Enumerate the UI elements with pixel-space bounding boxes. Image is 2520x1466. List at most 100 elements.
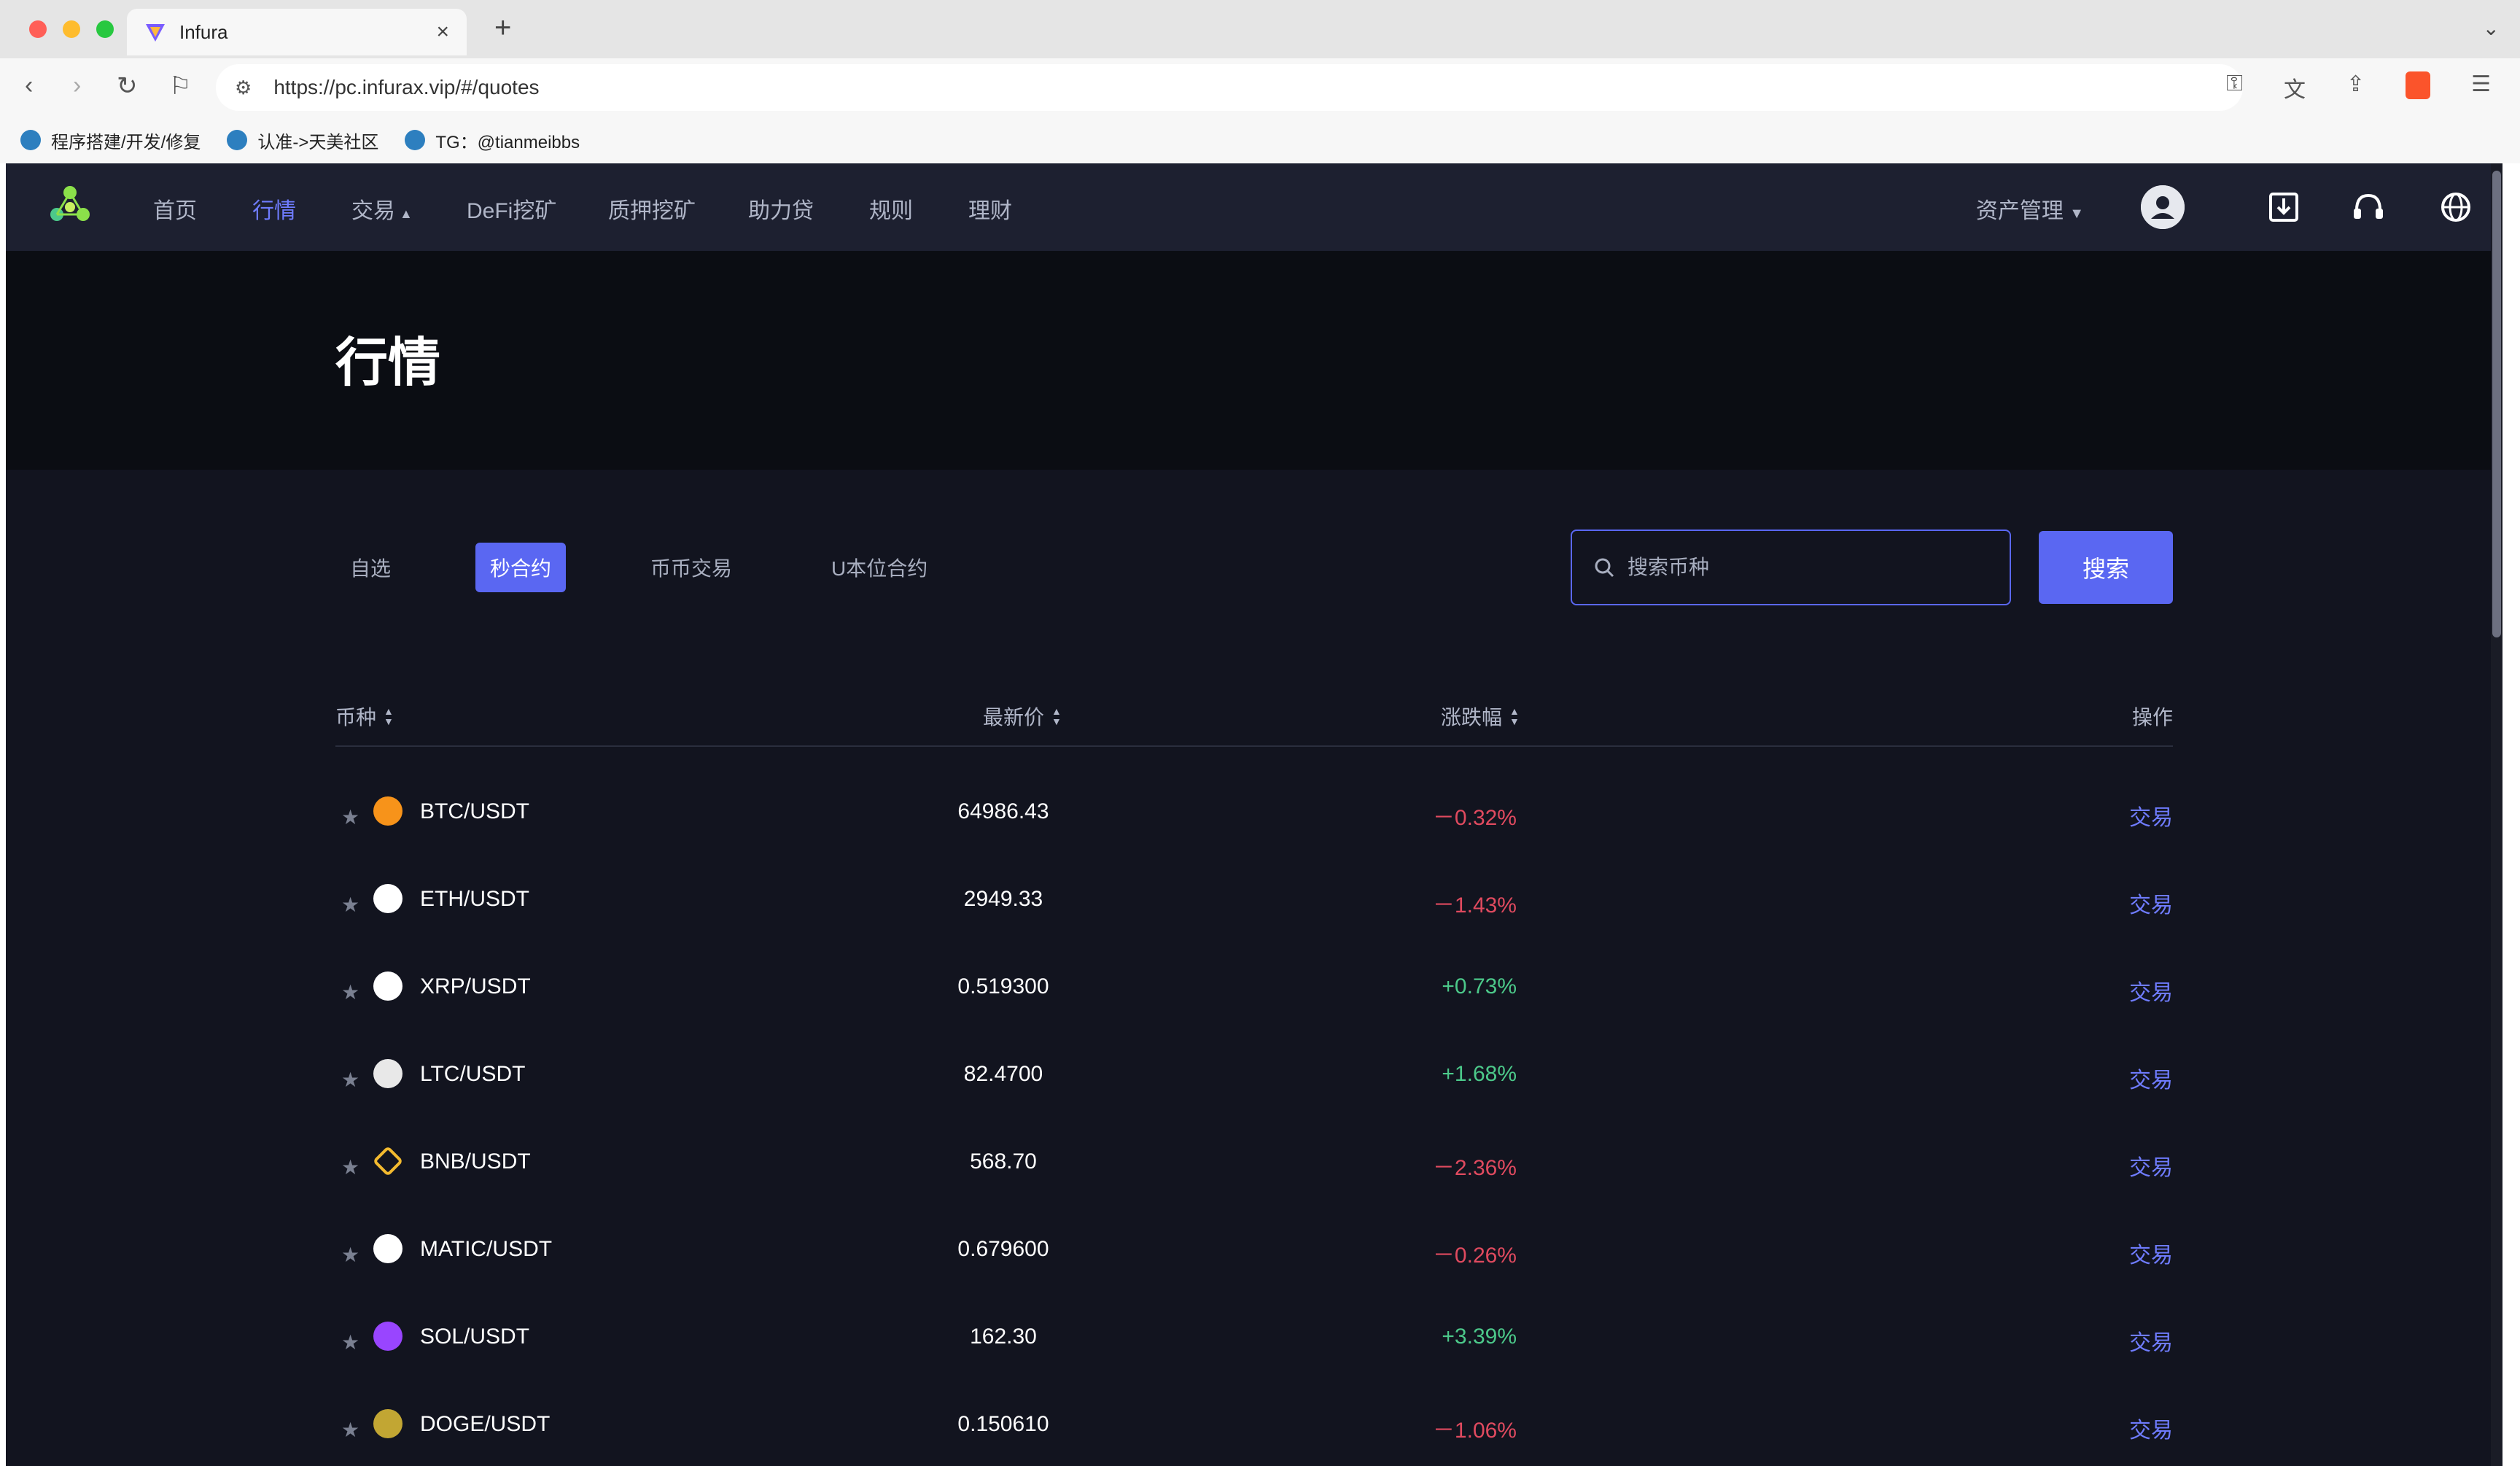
tab-favorites[interactable]: 自选	[335, 543, 405, 592]
asset-menu[interactable]: 资产管理 ▼	[1976, 193, 2084, 225]
last-price: 568.70	[970, 1149, 1037, 1174]
column-header-action: 操作	[2131, 706, 2173, 729]
trade-link[interactable]: 交易	[2129, 887, 2173, 919]
nav-defi[interactable]: DeFi挖矿	[467, 193, 556, 225]
nav-home[interactable]: 首页	[153, 193, 197, 225]
pair-name: SOL/USDT	[420, 1325, 530, 1349]
nav-quotes[interactable]: 行情	[252, 193, 296, 225]
scrollbar-thumb[interactable]	[2492, 171, 2501, 637]
last-price: 0.150610	[957, 1412, 1049, 1436]
sol-icon	[373, 1322, 402, 1351]
price-change: +0.73%	[1442, 974, 1517, 998]
btc-icon	[373, 796, 402, 826]
globe-icon[interactable]	[2435, 187, 2476, 228]
price-change: +3.39%	[1442, 1325, 1517, 1349]
favorite-star-icon[interactable]: ★	[341, 893, 359, 917]
market-tabs: 自选 秒合约 币币交易 U本位合约	[335, 543, 1012, 592]
favorite-star-icon[interactable]: ★	[341, 1243, 359, 1267]
site-viewport: 首页 行情 交易 ▲ DeFi挖矿 质押挖矿 助力贷 规则 理财 资产管理 ▼	[6, 163, 2502, 1466]
address-bar[interactable]: ⚙ https://pc.infurax.vip/#/quotes	[216, 64, 2243, 111]
reload-icon[interactable]: ↻	[117, 71, 138, 101]
tab-second-contract[interactable]: 秒合约	[475, 543, 567, 592]
bookmark-icon[interactable]: ⚐	[169, 71, 191, 101]
infura-favicon-icon	[146, 24, 165, 42]
browser-toolbar: ‹ › ↻ ⚐ ⚙ https://pc.infurax.vip/#/quote…	[0, 58, 2520, 117]
browser-tab[interactable]: Infura ×	[127, 9, 467, 55]
favorite-star-icon[interactable]: ★	[341, 1418, 359, 1442]
bookmark-item[interactable]: TG：@tianmeibbs	[405, 128, 580, 153]
caret-up-icon: ▲	[400, 206, 413, 221]
nav-finance[interactable]: 理财	[968, 193, 1012, 225]
search-input[interactable]	[1626, 555, 1991, 580]
trade-link[interactable]: 交易	[2129, 974, 2173, 1007]
table-header: 币种 ▲ ▼ 最新价 ▲ ▼ 涨跌幅 ▲ ▼ 操作	[335, 696, 2173, 747]
headset-icon[interactable]	[2348, 187, 2389, 228]
search-box	[1571, 530, 2011, 605]
column-header-price[interactable]: 最新价 ▲ ▼	[983, 702, 1062, 731]
column-header-label: 币种	[335, 706, 377, 729]
trade-link[interactable]: 交易	[2129, 1149, 2173, 1182]
trade-link[interactable]: 交易	[2129, 1062, 2173, 1094]
site-logo-icon[interactable]	[47, 182, 93, 229]
last-price: 0.679600	[957, 1237, 1049, 1261]
nav-trade[interactable]: 交易 ▲	[351, 193, 413, 225]
avatar[interactable]	[2141, 185, 2185, 229]
close-window-button[interactable]	[29, 20, 47, 38]
favorite-star-icon[interactable]: ★	[341, 1068, 359, 1092]
bnb-icon	[372, 1145, 404, 1177]
caret-down-icon: ▼	[2069, 206, 2084, 222]
bookmark-favicon-icon	[405, 130, 426, 150]
price-change: +1.68%	[1442, 1062, 1517, 1086]
forward-icon[interactable]: ›	[73, 71, 81, 100]
table-row: ★ LTC/USDT 82.4700 +1.68% 交易	[335, 1031, 2173, 1119]
trade-link[interactable]: 交易	[2129, 1237, 2173, 1269]
bookmark-label: 认准->天美社区	[257, 132, 379, 152]
tab-spot[interactable]: 币币交易	[636, 543, 747, 592]
tab-list-chevron-icon[interactable]: ⌄	[2483, 16, 2500, 40]
last-price: 0.519300	[957, 974, 1049, 998]
favorite-star-icon[interactable]: ★	[341, 805, 359, 829]
site-header: 首页 行情 交易 ▲ DeFi挖矿 质押挖矿 助力贷 规则 理财 资产管理 ▼	[6, 163, 2502, 251]
bookmark-label: TG：@tianmeibbs	[435, 132, 580, 152]
site-settings-icon[interactable]: ⚙	[235, 77, 252, 99]
key-icon[interactable]: ⚿	[2226, 71, 2243, 104]
column-header-change[interactable]: 涨跌幅 ▲ ▼	[1441, 702, 1520, 731]
bookmark-favicon-icon	[227, 130, 248, 150]
share-icon[interactable]: ⇪	[2346, 71, 2365, 104]
maximize-window-button[interactable]	[96, 20, 114, 38]
nav-rules[interactable]: 规则	[869, 193, 913, 225]
last-price: 2949.33	[963, 887, 1043, 911]
close-tab-icon[interactable]: ×	[436, 20, 449, 44]
table-row: ★ XRP/USDT 0.519300 +0.73% 交易	[335, 944, 2173, 1031]
pair-name: ETH/USDT	[420, 887, 529, 911]
translate-icon[interactable]: 文	[2284, 71, 2306, 104]
sort-icon: ▲ ▼	[384, 705, 394, 727]
last-price: 162.30	[970, 1325, 1037, 1349]
pair-name: BNB/USDT	[420, 1149, 531, 1174]
brave-shield-icon[interactable]	[2406, 71, 2431, 99]
trade-link[interactable]: 交易	[2129, 799, 2173, 831]
favorite-star-icon[interactable]: ★	[341, 980, 359, 1004]
nav-staking[interactable]: 质押挖矿	[608, 193, 696, 225]
search-button[interactable]: 搜索	[2039, 531, 2173, 604]
trade-link[interactable]: 交易	[2129, 1412, 2173, 1444]
trade-link[interactable]: 交易	[2129, 1325, 2173, 1357]
bookmark-item[interactable]: 程序搭建/开发/修复	[20, 128, 201, 153]
favorite-star-icon[interactable]: ★	[341, 1155, 359, 1179]
bookmark-item[interactable]: 认准->天美社区	[227, 128, 378, 153]
nav-loan[interactable]: 助力贷	[748, 193, 814, 225]
tab-usdt-futures[interactable]: U本位合约	[817, 543, 942, 592]
back-icon[interactable]: ‹	[25, 71, 33, 100]
page-banner: 行情	[6, 251, 2502, 470]
column-header-coin[interactable]: 币种 ▲ ▼	[335, 702, 394, 731]
menu-icon[interactable]: ☰	[2471, 71, 2491, 104]
tab-title: Infura	[179, 20, 228, 43]
minimize-window-button[interactable]	[63, 20, 80, 38]
bookmarks-bar: 程序搭建/开发/修复 认准->天美社区 TG：@tianmeibbs	[0, 117, 2520, 163]
price-change: －0.26%	[1432, 1244, 1517, 1268]
download-icon[interactable]	[2263, 187, 2304, 228]
price-change: －0.32%	[1432, 806, 1517, 830]
new-tab-button[interactable]: +	[494, 12, 511, 44]
page-scrollbar[interactable]	[2491, 163, 2502, 1466]
favorite-star-icon[interactable]: ★	[341, 1330, 359, 1354]
